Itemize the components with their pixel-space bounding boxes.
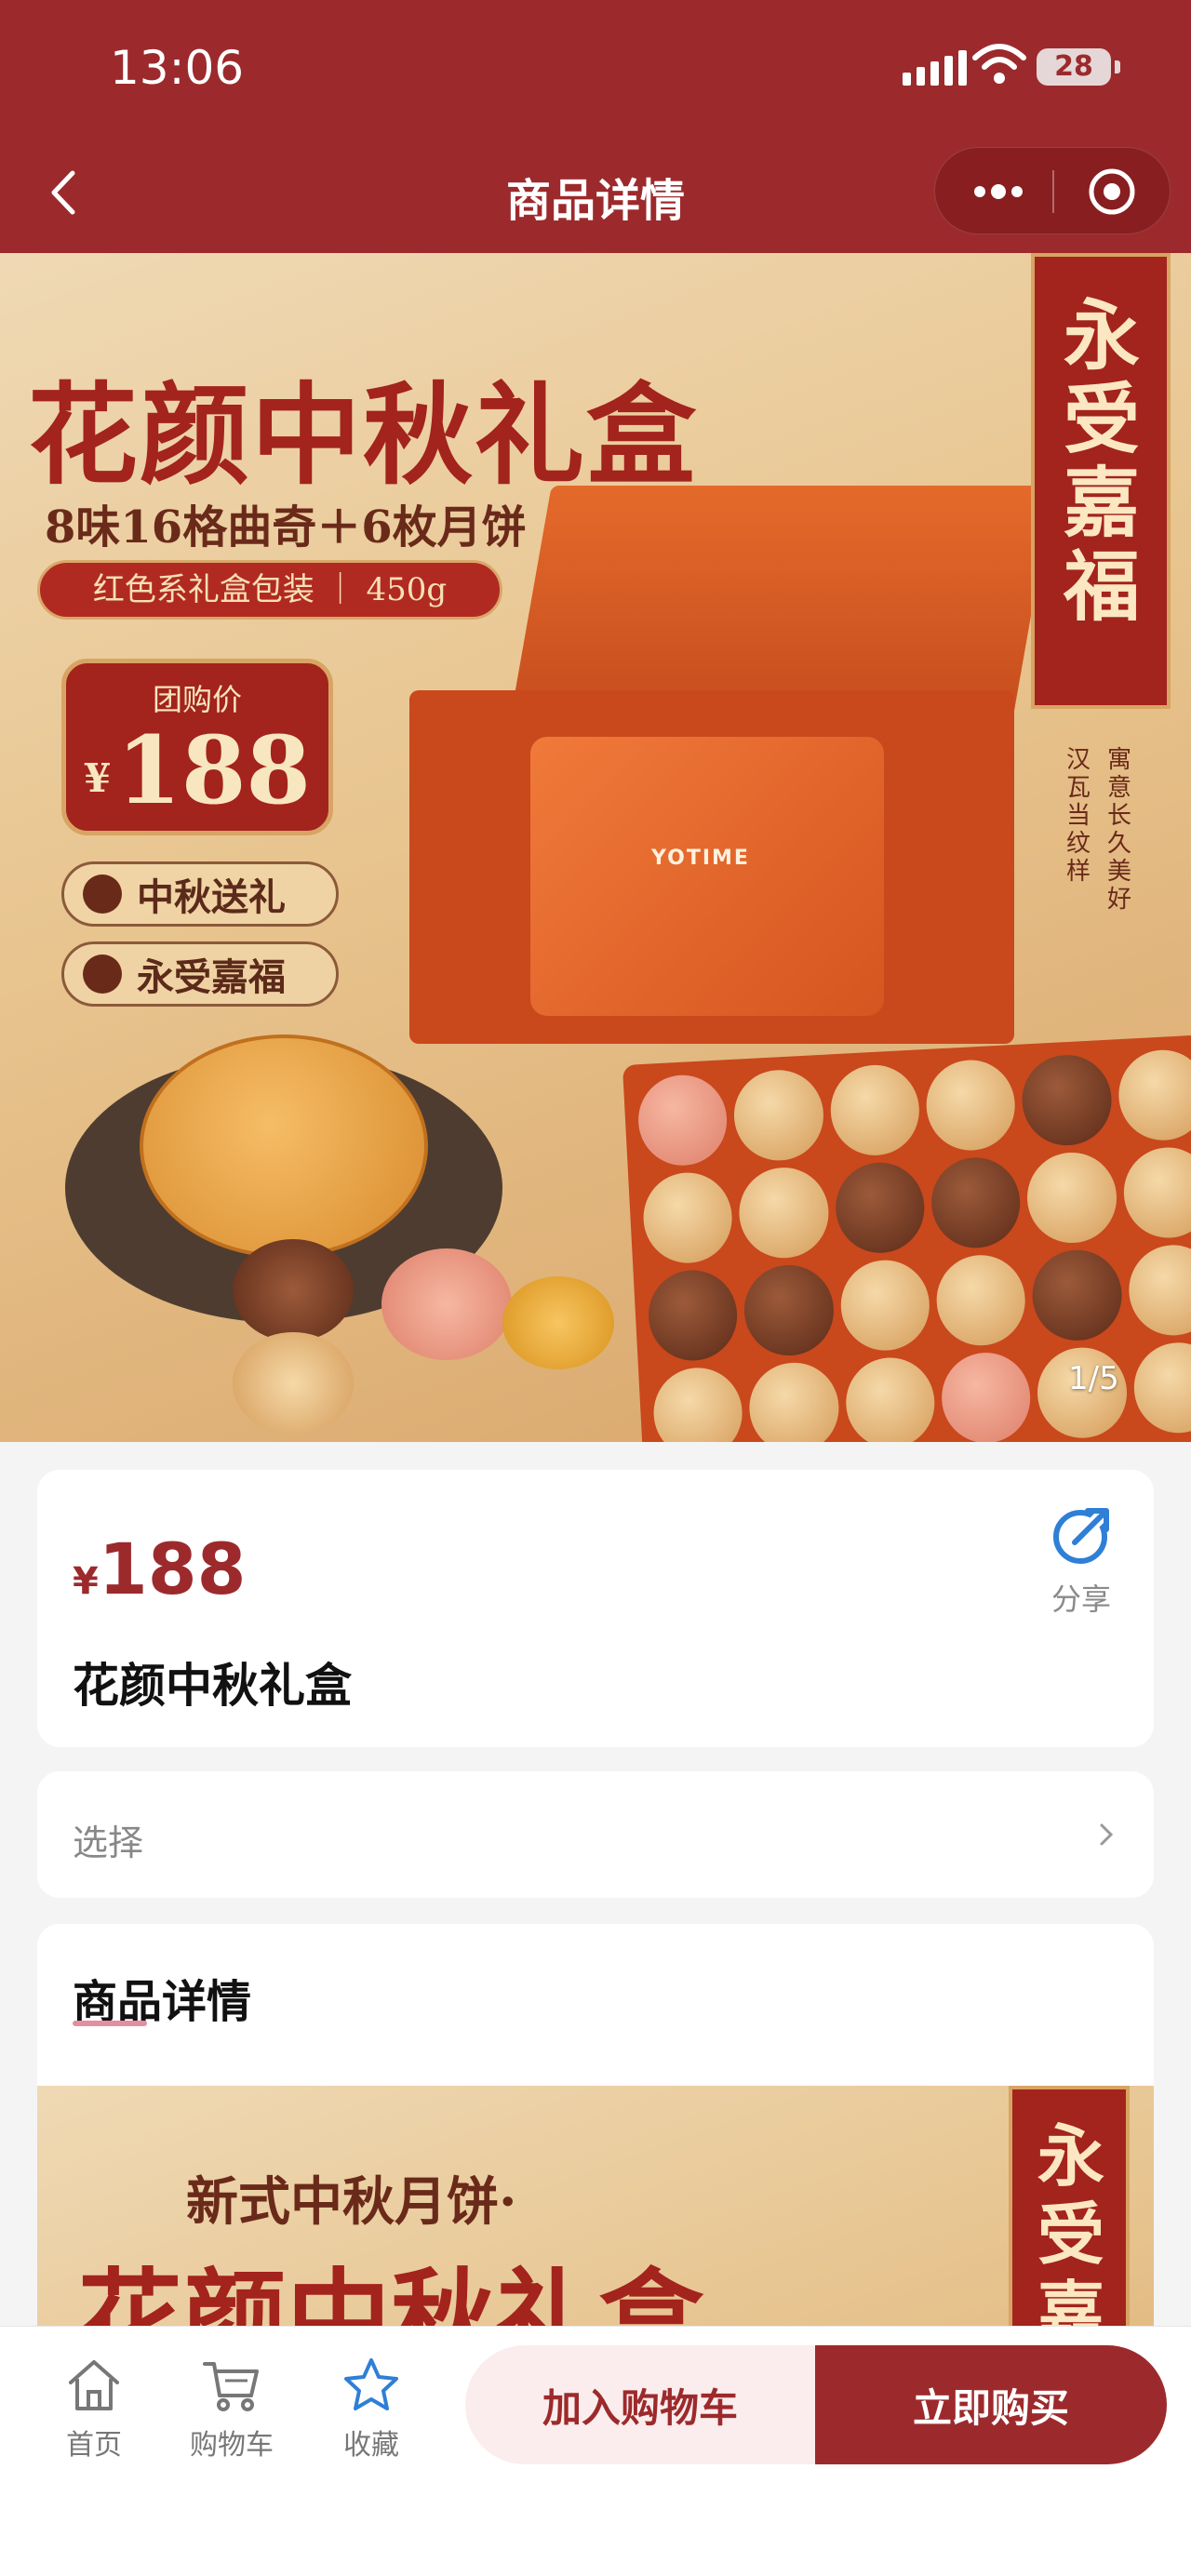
top-bar: 13:06 28 商品详情 (0, 0, 1191, 253)
product-price: ¥188 (73, 1528, 247, 1610)
close-miniprogram-icon[interactable] (1087, 167, 1137, 217)
share-icon (1053, 1506, 1111, 1564)
hero-subtitle: 8味16格曲奇＋6枚月饼 (45, 501, 527, 554)
home-icon (69, 2360, 119, 2410)
wifi-icon (972, 44, 1026, 84)
mooncake (140, 1034, 428, 1258)
vertical-caption: 汉瓦当纹样 (1066, 746, 1091, 886)
detail-banner-text: 永受嘉 (1037, 2116, 1104, 2352)
hero-title: 花颜中秋礼盒 (28, 370, 699, 500)
chevron-right-icon (1100, 1823, 1114, 1846)
price-number: 188 (98, 1528, 247, 1610)
seal-icon (83, 954, 122, 994)
blessing-banner: 永受嘉福 (1031, 253, 1171, 709)
battery-indicator: 28 (1037, 48, 1120, 86)
group-price-card: 团购价 ¥188 (61, 659, 333, 835)
tab-label: 首页 (66, 2429, 122, 2462)
gift-tin: YOTIME (530, 737, 884, 1016)
tag-label: 永受嘉福 (137, 955, 286, 999)
cookie (233, 1332, 354, 1435)
currency-symbol: ¥ (73, 1560, 99, 1603)
product-image-carousel[interactable]: YOTIME 花颜中秋礼盒 8味16格曲奇＋6枚月饼 红色系礼盒包装 ｜ 450… (0, 253, 1191, 1442)
brand-logo: YOTIME (651, 847, 750, 870)
gift-icon (83, 874, 122, 914)
tag-label: 中秋送礼 (137, 875, 286, 919)
tag-gift: 中秋送礼 (61, 861, 339, 927)
more-icon[interactable] (970, 180, 1026, 204)
bottom-action-bar: 首页 购物车 收藏 加入购物车 立即购买 (0, 2326, 1191, 2576)
capsule-divider (1052, 170, 1054, 213)
title-underline (73, 2021, 147, 2026)
status-time: 13:06 (110, 41, 245, 95)
product-name: 花颜中秋礼盒 (73, 1659, 352, 1713)
vertical-caption: 寓意长久美好 (1107, 746, 1132, 914)
tab-label: 购物车 (190, 2429, 274, 2462)
select-label: 选择 (73, 1822, 144, 1863)
cookie (381, 1248, 512, 1360)
add-to-cart-button[interactable]: 加入购物车 (465, 2345, 815, 2464)
signal-icon (903, 48, 967, 86)
group-price-value: ¥188 (66, 719, 328, 830)
banner-text: 永受嘉福 (1063, 291, 1140, 632)
currency-symbol: ¥ (84, 755, 112, 802)
share-label: 分享 (1050, 1582, 1111, 1617)
group-price-label: 团购价 (152, 682, 242, 717)
packaging-label: 红色系礼盒包装 ｜ 450g (37, 560, 502, 620)
image-counter: 1/5 (1068, 1360, 1119, 1397)
product-info-card: ¥188 分享 花颜中秋礼盒 (37, 1470, 1154, 1747)
tab-home[interactable]: 首页 (43, 2355, 145, 2463)
cookie (233, 1239, 354, 1341)
detail-image-subtitle: 新式中秋月饼· (186, 2171, 517, 2233)
tag-blessing: 永受嘉福 (61, 941, 339, 1007)
tab-label: 收藏 (343, 2429, 399, 2462)
select-option-row[interactable]: 选择 (37, 1771, 1154, 1898)
tab-cart[interactable]: 购物车 (181, 2355, 283, 2463)
price-number: 188 (116, 715, 311, 825)
buy-now-button[interactable]: 立即购买 (815, 2345, 1167, 2464)
star-icon (344, 2358, 398, 2410)
cart-icon (203, 2362, 259, 2411)
share-button[interactable]: 分享 (1044, 1503, 1118, 1619)
miniprogram-capsule (934, 147, 1171, 234)
tab-favorite[interactable]: 收藏 (320, 2355, 422, 2463)
cookie (502, 1276, 614, 1369)
